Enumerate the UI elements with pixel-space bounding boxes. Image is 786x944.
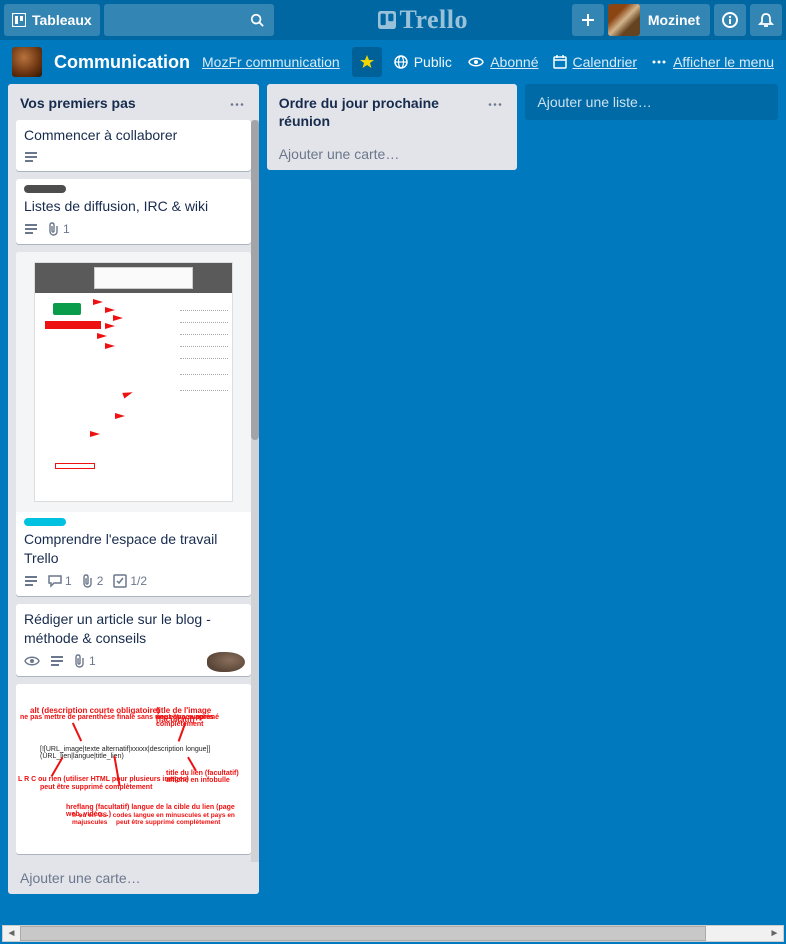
card-title: Listes de diffusion, IRC & wiki xyxy=(24,197,243,216)
subscribed-label: Abonné xyxy=(490,54,538,70)
org-link[interactable]: MozFr communication xyxy=(202,54,340,70)
trello-logo[interactable]: Trello xyxy=(278,5,568,35)
card-title: Rédiger un article sur le blog - méthode… xyxy=(24,610,243,648)
ellipsis-icon xyxy=(651,59,667,65)
eye-icon xyxy=(468,55,484,69)
calendar-label: Calendrier xyxy=(573,54,638,70)
member-avatar xyxy=(207,652,245,672)
card[interactable]: Commencer à collaborer xyxy=(16,120,251,171)
notifications-button[interactable] xyxy=(750,4,782,36)
card-title: Commencer à collaborer xyxy=(24,126,243,145)
subscribed[interactable]: Abonné xyxy=(468,54,538,70)
star-button[interactable] xyxy=(352,47,382,77)
card-title: Comprendre l'espace de travail Trello xyxy=(24,530,243,568)
add-card-button[interactable]: Ajouter une carte… xyxy=(8,862,259,894)
search-icon xyxy=(250,13,264,27)
user-name: Mozinet xyxy=(648,12,700,28)
description-badge xyxy=(50,655,64,667)
calendar-button[interactable]: Calendrier xyxy=(553,54,638,70)
card[interactable]: Rédiger un article sur le blog - méthode… xyxy=(16,604,251,676)
list-menu-button[interactable] xyxy=(481,94,509,112)
card-label xyxy=(24,518,66,526)
scroll-right-arrow[interactable]: ► xyxy=(766,926,783,941)
attachment-badge: 1 xyxy=(48,222,70,236)
card-cover: alt (description courte obligatoire) ne … xyxy=(16,684,251,854)
description-badge xyxy=(24,151,38,163)
list: Vos premiers pas Commencer à collaborer xyxy=(8,84,259,894)
list-cards: Commencer à collaborer Listes de diffusi… xyxy=(8,120,259,861)
board-title[interactable]: Communication xyxy=(54,52,190,73)
visibility[interactable]: Public xyxy=(394,54,452,70)
global-header: Tableaux Trello Mozinet xyxy=(0,0,786,40)
description-badge xyxy=(24,575,38,587)
boards-button-label: Tableaux xyxy=(32,12,92,28)
attachment-badge: 1 xyxy=(74,654,96,668)
globe-icon xyxy=(394,55,408,69)
user-menu[interactable]: Mozinet xyxy=(608,4,710,36)
list: Ordre du jour prochaine réunion Ajouter … xyxy=(267,84,518,170)
bell-icon xyxy=(758,12,774,28)
show-menu-button[interactable]: Afficher le menu xyxy=(651,54,774,70)
visibility-label: Public xyxy=(414,54,452,70)
board-logo xyxy=(12,47,42,77)
horizontal-scrollbar[interactable]: ◄ ► xyxy=(2,925,784,942)
add-list-label: Ajouter une liste… xyxy=(537,94,651,110)
boards-icon xyxy=(12,13,26,27)
add-list-button[interactable]: Ajouter une liste… xyxy=(525,84,778,120)
watch-badge xyxy=(24,655,40,667)
boards-button[interactable]: Tableaux xyxy=(4,4,100,36)
info-icon xyxy=(722,12,738,28)
card[interactable]: alt (description courte obligatoire) ne … xyxy=(16,684,251,854)
attachment-badge: 2 xyxy=(82,574,104,588)
card[interactable]: Listes de diffusion, IRC & wiki 1 xyxy=(16,179,251,244)
comments-badge: 1 xyxy=(48,574,72,588)
board-content: Vos premiers pas Commencer à collaborer xyxy=(0,84,786,910)
list-title[interactable]: Ordre du jour prochaine réunion xyxy=(279,94,482,130)
calendar-icon xyxy=(553,55,567,69)
star-icon xyxy=(359,54,375,70)
avatar xyxy=(608,4,640,36)
info-button[interactable] xyxy=(714,4,746,36)
card-cover xyxy=(16,252,251,512)
checklist-badge: 1/2 xyxy=(113,574,147,588)
create-button[interactable] xyxy=(572,4,604,36)
scroll-left-arrow[interactable]: ◄ xyxy=(3,926,20,941)
board-header: Communication MozFr communication Public… xyxy=(0,40,786,84)
add-card-button[interactable]: Ajouter une carte… xyxy=(267,138,518,170)
list-title[interactable]: Vos premiers pas xyxy=(20,94,136,112)
search-input[interactable] xyxy=(104,4,274,36)
logo-text: Trello xyxy=(400,5,468,35)
card[interactable]: Comprendre l'espace de travail Trello 1 … xyxy=(16,252,251,596)
list-menu-button[interactable] xyxy=(223,94,251,112)
plus-icon xyxy=(581,13,595,27)
description-badge xyxy=(24,223,38,235)
list-scrollbar[interactable] xyxy=(251,120,259,861)
show-menu-label: Afficher le menu xyxy=(673,54,774,70)
card-label xyxy=(24,185,66,193)
